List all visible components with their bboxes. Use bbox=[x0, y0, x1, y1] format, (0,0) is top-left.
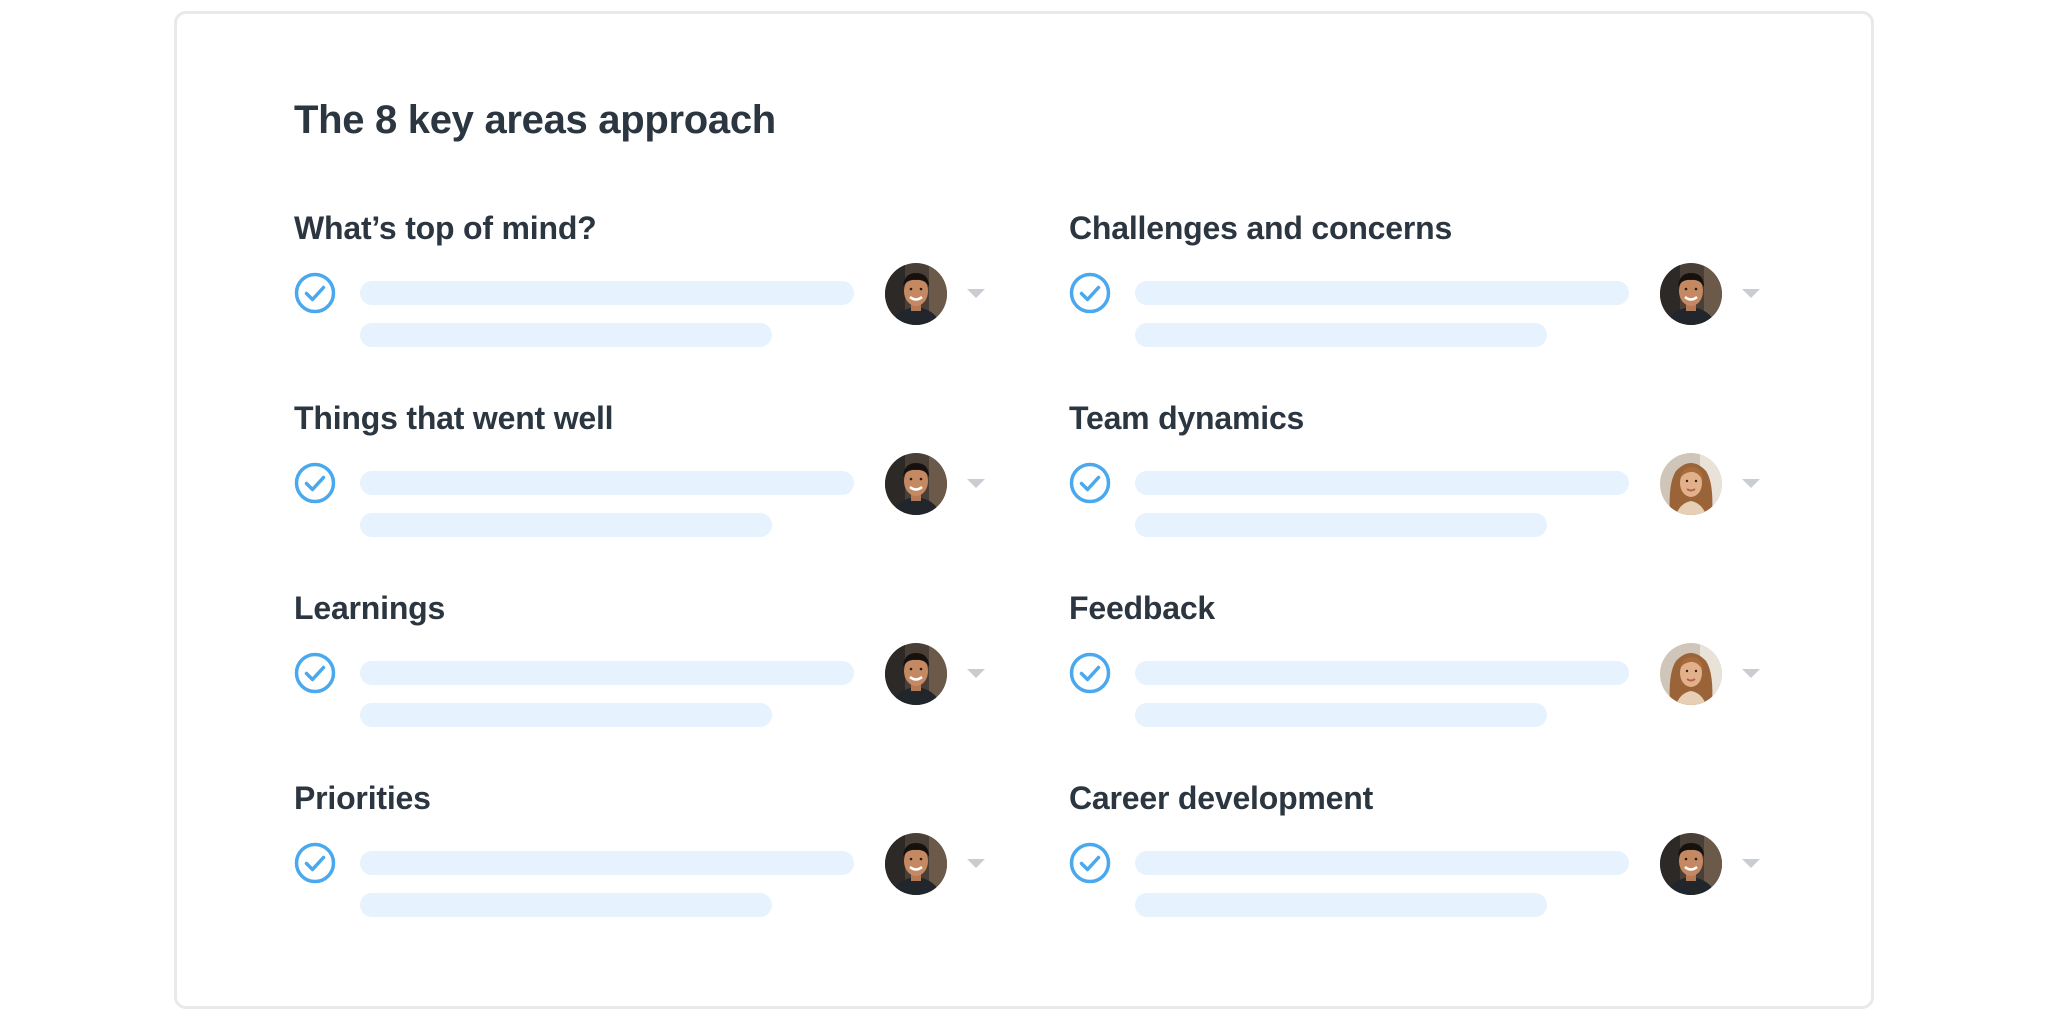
chevron-down-icon bbox=[1742, 669, 1760, 678]
placeholder-line bbox=[1135, 661, 1629, 685]
placeholder-line bbox=[360, 661, 854, 685]
area-team-dynamics: Team dynamics bbox=[1069, 402, 1789, 562]
area-things-that-went-well: Things that went well bbox=[294, 402, 1014, 562]
woman-avatar bbox=[1660, 643, 1722, 705]
area-heading: What’s top of mind? bbox=[294, 210, 597, 246]
placeholder-line bbox=[360, 281, 854, 305]
man-avatar bbox=[885, 263, 947, 325]
chevron-down-icon bbox=[967, 479, 985, 488]
placeholder-line bbox=[1135, 281, 1629, 305]
placeholder-line bbox=[1135, 893, 1547, 917]
chevron-down-icon bbox=[1742, 289, 1760, 298]
area-heading: Learnings bbox=[294, 590, 446, 626]
assignee-dropdown[interactable] bbox=[1660, 833, 1760, 895]
placeholder-line bbox=[360, 471, 854, 495]
check-circle-icon[interactable] bbox=[1069, 842, 1111, 884]
placeholder-line bbox=[360, 851, 854, 875]
placeholder-line bbox=[360, 893, 772, 917]
area-heading: Challenges and concerns bbox=[1069, 210, 1453, 246]
chevron-down-icon bbox=[967, 669, 985, 678]
man-avatar bbox=[885, 453, 947, 515]
check-circle-icon[interactable] bbox=[1069, 272, 1111, 314]
assignee-dropdown[interactable] bbox=[885, 453, 985, 515]
check-circle-icon[interactable] bbox=[294, 462, 336, 504]
assignee-dropdown[interactable] bbox=[1660, 263, 1760, 325]
placeholder-line bbox=[360, 323, 772, 347]
man-avatar bbox=[1660, 833, 1722, 895]
man-avatar bbox=[885, 643, 947, 705]
assignee-dropdown[interactable] bbox=[1660, 453, 1760, 515]
area-whats-top-of-mind: What’s top of mind? bbox=[294, 212, 1014, 372]
area-heading: Priorities bbox=[294, 780, 431, 816]
area-challenges-and-concerns: Challenges and concerns bbox=[1069, 212, 1789, 372]
area-heading: Feedback bbox=[1069, 590, 1216, 626]
man-avatar bbox=[1660, 263, 1722, 325]
area-heading: Career development bbox=[1069, 780, 1374, 816]
placeholder-line bbox=[360, 513, 772, 537]
area-priorities: Priorities bbox=[294, 782, 1014, 942]
placeholder-line bbox=[360, 703, 772, 727]
placeholder-line bbox=[1135, 323, 1547, 347]
area-heading: Team dynamics bbox=[1069, 400, 1305, 436]
chevron-down-icon bbox=[1742, 859, 1760, 868]
check-circle-icon[interactable] bbox=[1069, 652, 1111, 694]
check-circle-icon[interactable] bbox=[294, 652, 336, 694]
placeholder-line bbox=[1135, 471, 1629, 495]
assignee-dropdown[interactable] bbox=[885, 833, 985, 895]
chevron-down-icon bbox=[1742, 479, 1760, 488]
assignee-dropdown[interactable] bbox=[885, 263, 985, 325]
placeholder-line bbox=[1135, 513, 1547, 537]
area-heading: Things that went well bbox=[294, 400, 614, 436]
chevron-down-icon bbox=[967, 289, 985, 298]
page-title: The 8 key areas approach bbox=[294, 98, 776, 142]
assignee-dropdown[interactable] bbox=[885, 643, 985, 705]
assignee-dropdown[interactable] bbox=[1660, 643, 1760, 705]
placeholder-line bbox=[1135, 703, 1547, 727]
check-circle-icon[interactable] bbox=[1069, 462, 1111, 504]
placeholder-line bbox=[1135, 851, 1629, 875]
area-learnings: Learnings bbox=[294, 592, 1014, 752]
area-feedback: Feedback bbox=[1069, 592, 1789, 752]
check-circle-icon[interactable] bbox=[294, 842, 336, 884]
man-avatar bbox=[885, 833, 947, 895]
woman-avatar bbox=[1660, 453, 1722, 515]
area-career-development: Career development bbox=[1069, 782, 1789, 942]
chevron-down-icon bbox=[967, 859, 985, 868]
check-circle-icon[interactable] bbox=[294, 272, 336, 314]
